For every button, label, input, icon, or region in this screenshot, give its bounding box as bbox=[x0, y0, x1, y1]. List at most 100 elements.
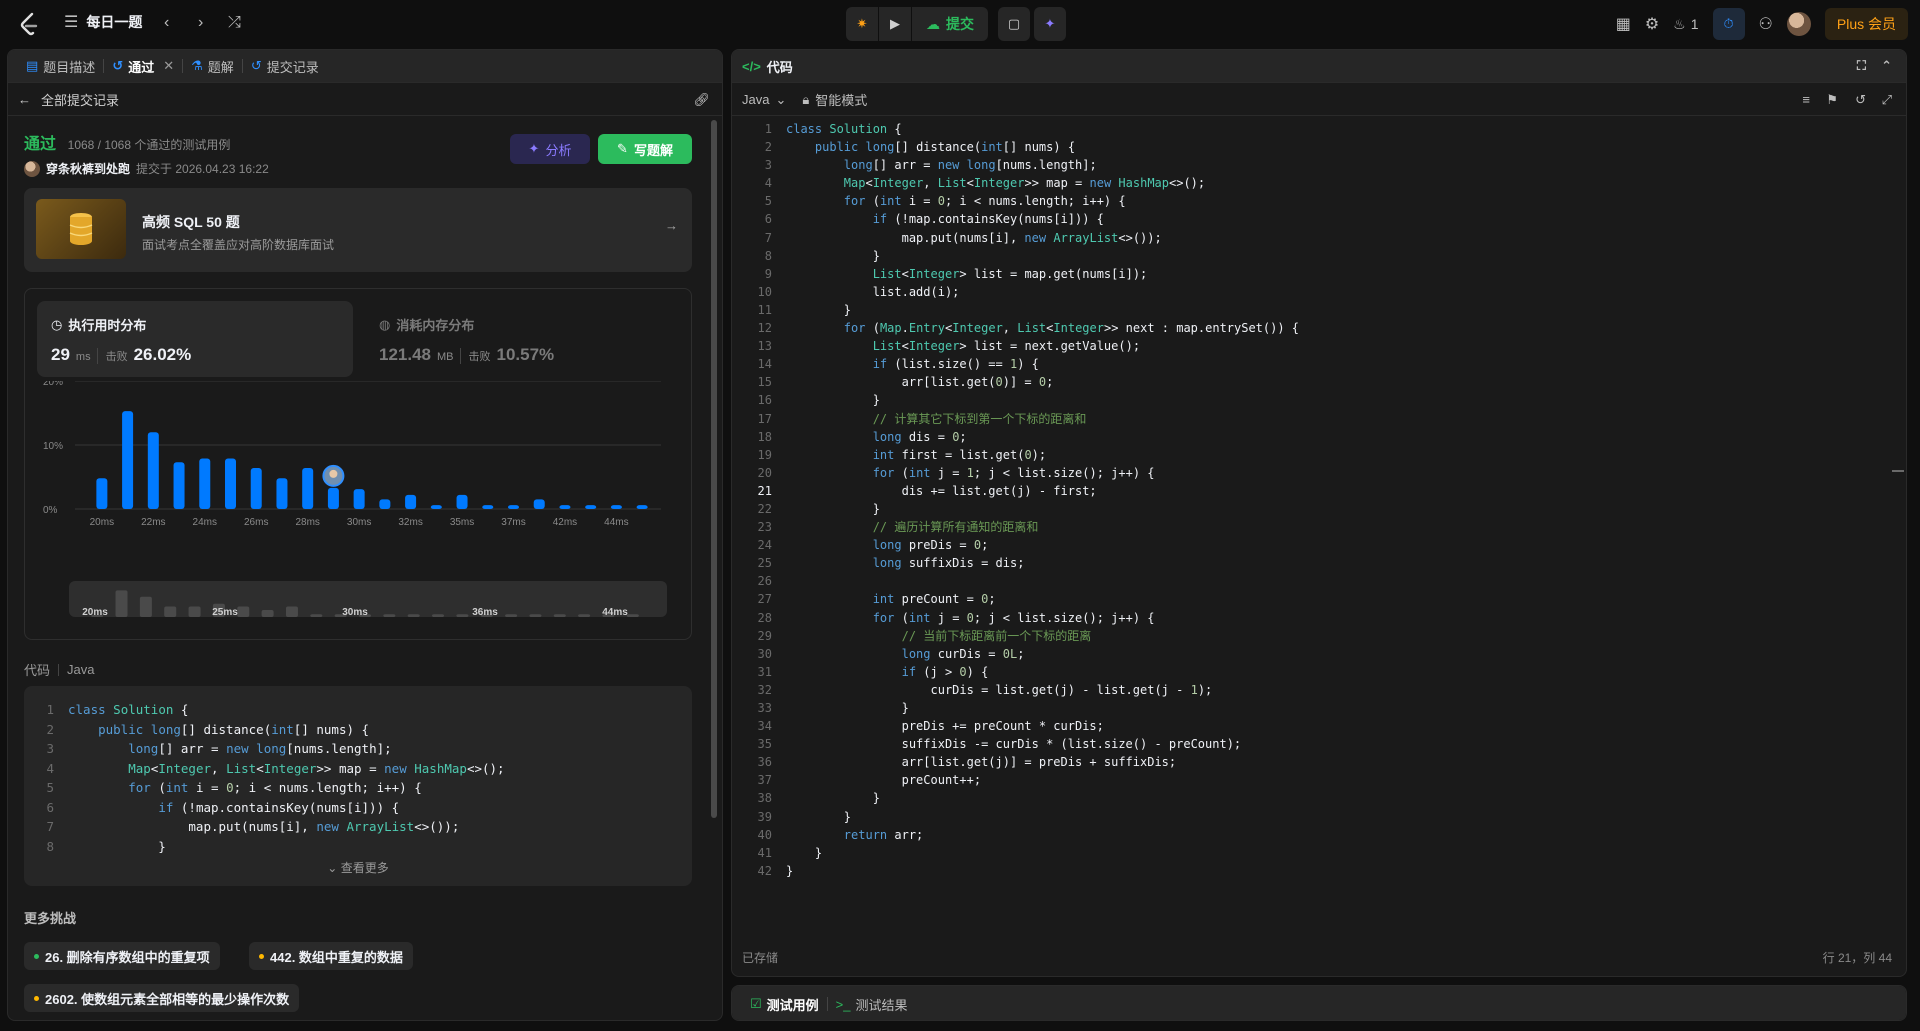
code-line[interactable]: 24 long preDis = 0; bbox=[732, 536, 1906, 554]
code-line[interactable]: 36 arr[list.get(j)] = preDis + suffixDis… bbox=[732, 753, 1906, 771]
code-line[interactable]: 16 } bbox=[732, 391, 1906, 409]
code-line[interactable]: 26 bbox=[732, 572, 1906, 590]
author-avatar[interactable] bbox=[24, 160, 40, 177]
prev-question-icon[interactable]: ‹ bbox=[164, 14, 169, 32]
analyze-button[interactable]: ✦ 分析 bbox=[510, 134, 590, 164]
layout-grid-icon[interactable]: ▦ bbox=[1616, 14, 1631, 34]
code-line[interactable]: 2 public long[] distance(int[] nums) { bbox=[732, 138, 1906, 156]
code-line[interactable]: 17 // 计算其它下标到第一个下标的距离和 bbox=[732, 410, 1906, 428]
shuffle-icon[interactable]: ⤮ bbox=[228, 14, 241, 32]
left-scrollbar[interactable] bbox=[710, 110, 718, 1016]
back-to-submissions[interactable]: ← 全部提交记录 🔗︎ bbox=[8, 84, 722, 116]
tab-test-results[interactable]: >_ 测试结果 bbox=[828, 988, 916, 1021]
code-line[interactable]: 37 preCount++; bbox=[732, 771, 1906, 789]
code-line[interactable]: 31 if (j > 0) { bbox=[732, 663, 1906, 681]
scrollbar-thumb[interactable] bbox=[711, 120, 717, 818]
memory-stat[interactable]: ◍ 消耗内存分布 121.48 MB 击败 10.57% bbox=[365, 301, 681, 377]
reset-icon[interactable]: ↺ bbox=[1855, 92, 1866, 108]
link-icon[interactable]: 🔗︎ bbox=[693, 92, 710, 108]
runtime-overview-chart[interactable]: 20ms 25ms 30ms 36ms 44ms bbox=[25, 579, 691, 621]
submit-button[interactable]: ☁ 提交 bbox=[912, 7, 988, 41]
cloud-upload-icon: ☁ bbox=[926, 15, 940, 32]
expand-icon[interactable]: ⤢ bbox=[1882, 92, 1892, 108]
tab-accepted[interactable]: ↺ 通过 ✕ bbox=[104, 50, 182, 83]
code-line[interactable]: 23 // 遍历计算所有通知的距离和 bbox=[732, 518, 1906, 536]
promo-card[interactable]: 高频 SQL 50 题 面试考点全覆盖应对高阶数据库面试 → bbox=[24, 188, 692, 272]
code-line[interactable]: 35 suffixDis -= curDis * (list.size() - … bbox=[732, 735, 1906, 753]
ai-assistant-button[interactable]: ✦ bbox=[1034, 7, 1066, 41]
daily-question-button[interactable]: ☰ 每日一题 bbox=[64, 12, 142, 32]
code-line[interactable]: 14 if (list.size() == 1) { bbox=[732, 355, 1906, 373]
code-line[interactable]: 3 long[] arr = new long[nums.length]; bbox=[732, 156, 1906, 174]
code-line[interactable]: 20 for (int j = 1; j < list.size(); j++)… bbox=[732, 464, 1906, 482]
code-line[interactable]: 33 } bbox=[732, 699, 1906, 717]
tab-submissions[interactable]: ↺ 提交记录 bbox=[243, 50, 327, 83]
code-line[interactable]: 38 } bbox=[732, 789, 1906, 807]
code-line[interactable]: 5 for (int i = 0; i < nums.length; i++) … bbox=[732, 192, 1906, 210]
runtime-distribution-chart[interactable]: 20% 10% 0% 20ms 22ms 24ms 26ms 28ms 30ms 32ms 35ms… bbox=[25, 381, 691, 571]
leetcode-logo-icon[interactable] bbox=[18, 12, 40, 36]
histogram-bar bbox=[122, 411, 134, 509]
next-question-icon[interactable]: › bbox=[198, 14, 203, 32]
run-button[interactable]: ▶ bbox=[879, 7, 911, 41]
bookmark-icon[interactable]: ⚑ bbox=[1826, 92, 1838, 108]
code-line[interactable]: 15 arr[list.get(0)] = 0; bbox=[732, 373, 1906, 391]
code-line[interactable]: 30 long curDis = 0L; bbox=[732, 645, 1906, 663]
tab-solutions[interactable]: ⚗ 题解 bbox=[183, 50, 242, 83]
code-line[interactable]: 34 preDis += preCount * curDis; bbox=[732, 717, 1906, 735]
code-line[interactable]: 19 int first = list.get(0); bbox=[732, 446, 1906, 464]
format-icon[interactable]: ≡ bbox=[1802, 92, 1810, 107]
debug-button[interactable]: ✷ bbox=[846, 7, 878, 41]
code-line[interactable]: 25 long suffixDis = dis; bbox=[732, 554, 1906, 572]
code-editor[interactable]: 1 class Solution {2 public long[] distanc… bbox=[732, 120, 1906, 880]
testcase-count: 1068 / 1068 个通过的测试用例 bbox=[67, 138, 231, 152]
code-line[interactable]: 1 class Solution { bbox=[732, 120, 1906, 138]
challenge-chip[interactable]: 2602. 使数组元素全部相等的最少操作次数 bbox=[24, 984, 300, 1012]
challenge-chip[interactable]: 442. 数组中重复的数据 bbox=[249, 942, 413, 970]
code-text: map.put(nums[i], new ArrayList<>()); bbox=[786, 230, 1162, 245]
code-line[interactable]: 21 dis += list.get(j) - first; bbox=[732, 482, 1906, 500]
code-line[interactable]: 27 int preCount = 0; bbox=[732, 590, 1906, 608]
close-tab-icon[interactable]: ✕ bbox=[163, 58, 174, 74]
code-line[interactable]: 7 map.put(nums[i], new ArrayList<>()); bbox=[732, 229, 1906, 247]
smart-mode-toggle[interactable]: 🔒︎ 智能模式 bbox=[802, 90, 867, 109]
preview-code-line: 5 for (int i = 0; i < nums.length; i++) … bbox=[24, 778, 505, 798]
code-line[interactable]: 9 List<Integer> list = map.get(nums[i]); bbox=[732, 265, 1906, 283]
runtime-stat[interactable]: ◷ 执行用时分布 29 ms 击败 26.02% bbox=[37, 301, 353, 377]
code-line[interactable]: 40 return arr; bbox=[732, 826, 1906, 844]
code-text: public long[] distance(int[] nums) { bbox=[98, 721, 370, 737]
code-line[interactable]: 29 // 当前下标距离前一个下标的距离 bbox=[732, 627, 1906, 645]
code-line[interactable]: 28 for (int j = 0; j < list.size(); j++)… bbox=[732, 609, 1906, 627]
code-line[interactable]: 11 } bbox=[732, 301, 1906, 319]
code-line[interactable]: 4 Map<Integer, List<Integer>> map = new … bbox=[732, 174, 1906, 192]
line-number: 20 bbox=[757, 465, 772, 480]
language-select[interactable]: Java ⌄ bbox=[742, 92, 786, 108]
challenge-chip[interactable]: 26. 删除有序数组中的重复项 bbox=[24, 942, 220, 970]
code-line[interactable]: 39 } bbox=[732, 808, 1906, 826]
code-line[interactable]: 6 if (!map.containsKey(nums[i])) { bbox=[732, 210, 1906, 228]
code-line[interactable]: 12 for (Map.Entry<Integer, List<Integer>… bbox=[732, 319, 1906, 337]
streak-button[interactable]: ♨ 1 bbox=[1673, 16, 1698, 33]
note-button[interactable]: ▢ bbox=[998, 7, 1030, 41]
code-line[interactable]: 13 List<Integer> list = next.getValue(); bbox=[732, 337, 1906, 355]
tab-description[interactable]: ▤ 题目描述 bbox=[18, 50, 103, 83]
code-line[interactable]: 32 curDis = list.get(j) - list.get(j - 1… bbox=[732, 681, 1906, 699]
settings-gear-icon[interactable]: ⚙ bbox=[1645, 14, 1659, 34]
user-avatar[interactable] bbox=[1786, 12, 1811, 36]
see-more-button[interactable]: ⌄ 查看更多 bbox=[24, 859, 692, 876]
code-line[interactable]: 41 } bbox=[732, 844, 1906, 862]
timer-button[interactable]: ⏱ bbox=[1712, 8, 1745, 40]
maximize-icon[interactable]: ⛶ bbox=[1857, 58, 1866, 74]
code-line[interactable]: 10 list.add(i); bbox=[732, 283, 1906, 301]
write-solution-button[interactable]: ✎ 写题解 bbox=[598, 134, 692, 164]
add-friend-icon[interactable]: ⚇ bbox=[1759, 14, 1773, 34]
code-line[interactable]: 22 } bbox=[732, 500, 1906, 518]
code-line[interactable]: 42} bbox=[732, 862, 1906, 880]
author-name[interactable]: 穿条秋裤到处跑 bbox=[46, 160, 130, 177]
code-line[interactable]: 18 long dis = 0; bbox=[732, 428, 1906, 446]
plus-membership-button[interactable]: Plus 会员 bbox=[1824, 8, 1908, 40]
tab-testcases[interactable]: ☑ 测试用例 bbox=[742, 988, 827, 1021]
code-line[interactable]: 8 } bbox=[732, 247, 1906, 265]
collapse-icon[interactable]: ⌃ bbox=[1881, 58, 1892, 74]
play-icon: ▶ bbox=[890, 16, 900, 31]
